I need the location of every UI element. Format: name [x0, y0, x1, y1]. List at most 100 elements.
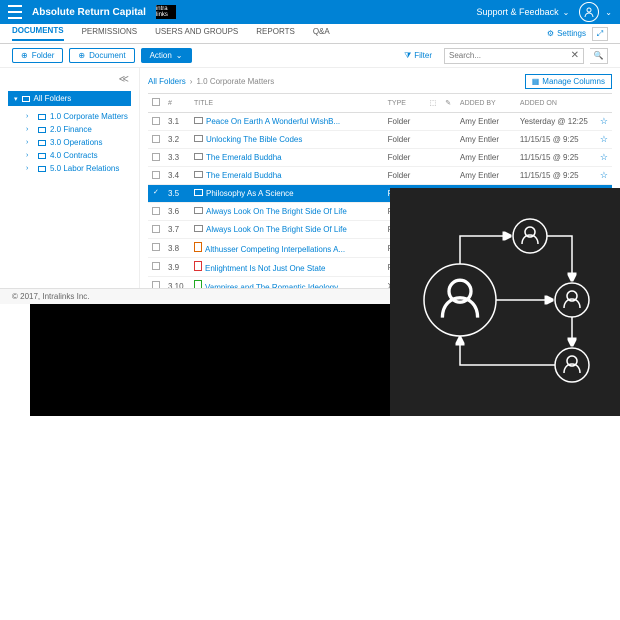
row-num: 3.2: [164, 131, 190, 149]
row-added-by: Amy Entler: [456, 167, 516, 185]
star-icon[interactable]: ☆: [600, 170, 608, 180]
folder-icon: [38, 153, 46, 159]
action-button[interactable]: Action⌄: [141, 48, 192, 63]
collapse-sidebar-button[interactable]: ≪: [4, 74, 135, 85]
tab-reports[interactable]: REPORTS: [256, 27, 295, 40]
row-title[interactable]: The Emerald Buddha: [190, 149, 384, 167]
row-checkbox[interactable]: [152, 207, 160, 215]
sidebar-item[interactable]: ›3.0 Operations: [26, 136, 135, 149]
folder-icon: [194, 207, 203, 214]
sidebar-item-label: 4.0 Contracts: [50, 151, 98, 160]
tab-users[interactable]: USERS AND GROUPS: [155, 27, 238, 40]
edit-icon[interactable]: ✎: [445, 100, 451, 107]
row-title[interactable]: Always Look On The Bright Side Of Life: [190, 221, 384, 239]
select-all-checkbox[interactable]: [152, 98, 160, 106]
sidebar-root[interactable]: ▾ All Folders: [8, 91, 131, 106]
avatar[interactable]: [579, 2, 599, 22]
star-icon[interactable]: ☆: [600, 116, 608, 126]
sidebar-item[interactable]: › 2.0 Finance: [26, 123, 135, 136]
col-type[interactable]: TYPE: [384, 94, 426, 113]
filter-icon: ⧩: [404, 51, 411, 61]
chevron-down-icon[interactable]: ⌄: [605, 8, 612, 17]
star-icon[interactable]: ☆: [600, 152, 608, 162]
tab-qa[interactable]: Q&A: [313, 27, 330, 40]
row-title[interactable]: The Emerald Buddha: [190, 167, 384, 185]
row-num: 3.1: [164, 113, 190, 131]
sidebar-item-label: 5.0 Labor Relations: [50, 164, 119, 173]
folder-icon: [194, 153, 203, 160]
row-num: 3.3: [164, 149, 190, 167]
row-title[interactable]: Althusser Competing Interpellations A...: [190, 239, 384, 258]
row-added-by: Amy Entler: [456, 149, 516, 167]
tab-permissions[interactable]: PERMISSIONS: [82, 27, 138, 40]
table-row[interactable]: 3.3The Emerald BuddhaFolderAmy Entler11/…: [148, 149, 612, 167]
chevron-down-icon: ⌄: [176, 51, 183, 60]
new-folder-button[interactable]: ⊕Folder: [12, 48, 63, 63]
breadcrumb-sep: ›: [190, 77, 193, 86]
search-input[interactable]: [449, 51, 571, 60]
row-type: Folder: [384, 113, 426, 131]
row-title[interactable]: Peace On Earth A Wonderful WishB...: [190, 113, 384, 131]
row-title[interactable]: Philosophy As A Science: [190, 185, 384, 203]
tab-documents[interactable]: DOCUMENTS: [12, 26, 64, 41]
folder-icon: [38, 140, 46, 146]
col-added-by[interactable]: ADDED BY: [456, 94, 516, 113]
chevron-right-icon: ›: [26, 165, 34, 172]
row-checkbox[interactable]: [152, 171, 160, 179]
sidebar-item[interactable]: ›1.0 Corporate Matters: [26, 110, 135, 123]
row-checkbox[interactable]: [152, 225, 160, 233]
col-added-on[interactable]: ADDED ON: [516, 94, 596, 113]
row-added-by: Amy Entler: [456, 113, 516, 131]
search-icon: 🔍: [594, 51, 604, 60]
folder-icon: [38, 166, 46, 172]
search-button[interactable]: 🔍: [590, 48, 608, 64]
folder-icon: [38, 114, 46, 120]
columns-icon: ▦: [532, 77, 540, 86]
row-checkbox[interactable]: [152, 135, 160, 143]
users-diagram-overlay: [390, 188, 620, 416]
search-box[interactable]: ✕: [444, 48, 584, 64]
star-icon[interactable]: ☆: [600, 134, 608, 144]
row-checkbox[interactable]: [152, 153, 160, 161]
filter-button[interactable]: ⧩Filter: [404, 51, 432, 61]
table-row[interactable]: 3.2Unlocking The Bible CodesFolderAmy En…: [148, 131, 612, 149]
row-checkbox[interactable]: [152, 262, 160, 270]
row-title[interactable]: Always Look On The Bright Side Of Life: [190, 203, 384, 221]
expand-button[interactable]: ⤢: [592, 27, 608, 41]
menu-icon[interactable]: [8, 5, 22, 19]
row-added-on: Yesterday @ 12:25: [516, 113, 596, 131]
folder-icon: [22, 96, 30, 102]
chevron-right-icon: ›: [26, 139, 34, 146]
col-title[interactable]: TITLE: [190, 94, 384, 113]
row-checkbox[interactable]: [152, 189, 160, 197]
download-icon[interactable]: ⬚: [430, 100, 437, 107]
sidebar-item-label: 2.0 Finance: [50, 125, 92, 134]
pptx-icon: [194, 242, 202, 252]
row-checkbox[interactable]: [152, 117, 160, 125]
chevron-right-icon: ›: [26, 152, 34, 159]
folder-icon: [194, 117, 203, 124]
breadcrumb-root[interactable]: All Folders: [148, 77, 186, 86]
plus-icon: ⊕: [78, 51, 85, 60]
user-node-top: [513, 219, 547, 253]
breadcrumb-current: 1.0 Corporate Matters: [196, 77, 274, 86]
clear-icon[interactable]: ✕: [571, 50, 579, 61]
sidebar-item[interactable]: › 5.0 Labor Relations: [26, 162, 135, 175]
settings-link[interactable]: ⚙Settings: [547, 29, 586, 38]
sidebar-item[interactable]: › 4.0 Contracts: [26, 149, 135, 162]
chevron-down-icon: ▾: [14, 95, 18, 103]
gear-icon: ⚙: [547, 29, 554, 38]
row-title[interactable]: Unlocking The Bible Codes: [190, 131, 384, 149]
folder-icon: [194, 171, 203, 178]
chevron-right-icon: ›: [26, 126, 34, 133]
new-document-button[interactable]: ⊕Document: [69, 48, 134, 63]
support-link[interactable]: Support & Feedback⌄: [477, 7, 570, 17]
row-num: 3.8: [164, 239, 190, 258]
row-title[interactable]: Enlightment Is Not Just One State: [190, 258, 384, 277]
col-num[interactable]: #: [164, 94, 190, 113]
row-checkbox[interactable]: [152, 243, 160, 251]
folder-icon: [194, 225, 203, 232]
table-row[interactable]: 3.4The Emerald BuddhaFolderAmy Entler11/…: [148, 167, 612, 185]
manage-columns-button[interactable]: ▦Manage Columns: [525, 74, 612, 89]
table-row[interactable]: 3.1Peace On Earth A Wonderful WishB...Fo…: [148, 113, 612, 131]
